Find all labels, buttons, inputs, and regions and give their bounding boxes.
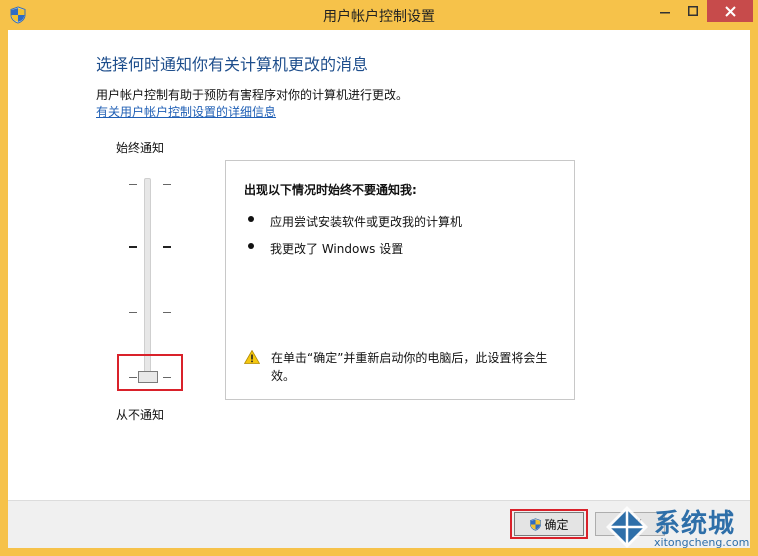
minimize-button[interactable] [651, 0, 679, 22]
notification-slider-track[interactable] [144, 178, 151, 380]
windows-logo-icon [606, 506, 648, 548]
slider-tick [163, 246, 171, 248]
slider-tick [129, 312, 137, 313]
warning-icon [244, 350, 260, 364]
maximize-icon [688, 6, 698, 16]
bullet-dot [248, 243, 254, 249]
panel-list-item: 我更改了 Windows 设置 [270, 242, 404, 256]
setting-description-panel: 出现以下情况时始终不要通知我: 应用尝试安装软件或更改我的计算机 我更改了 Wi… [225, 160, 575, 400]
slider-tick [129, 246, 137, 248]
close-button[interactable] [707, 0, 753, 22]
maximize-button[interactable] [679, 0, 707, 22]
details-link[interactable]: 有关用户帐户控制设置的详细信息 [96, 103, 276, 120]
title-bar[interactable]: 用户帐户控制设置 [0, 0, 758, 30]
slider-top-label: 始终通知 [116, 141, 165, 155]
slider-bottom-label: 从不通知 [116, 408, 165, 422]
watermark-text: 系统城 [654, 509, 736, 539]
close-icon [724, 5, 736, 17]
panel-list-item: 应用尝试安装软件或更改我的计算机 [270, 215, 463, 229]
uac-settings-window: 用户帐户控制设置 选择何时通知你有关计算机更改的消息 用户帐户控制有助于预防有害… [0, 0, 758, 556]
description-text: 用户帐户控制有助于预防有害程序对你的计算机进行更改。 [96, 88, 409, 102]
window-title: 用户帐户控制设置 [323, 9, 435, 25]
content-area: 选择何时通知你有关计算机更改的消息 用户帐户控制有助于预防有害程序对你的计算机进… [8, 30, 750, 548]
page-heading: 选择何时通知你有关计算机更改的消息 [96, 55, 369, 74]
slider-tick [163, 312, 171, 313]
slider-highlight-box [117, 354, 183, 391]
slider-tick [163, 184, 171, 185]
warning-text: 在单击“确定”并重新启动你的电脑后，此设置将会生效。 [271, 351, 548, 383]
panel-title: 出现以下情况时始终不要通知我: [244, 183, 417, 197]
minimize-icon [660, 12, 670, 14]
watermark-url: xitongcheng.com [654, 536, 750, 549]
site-watermark: 系统城 xitongcheng.com [604, 500, 758, 556]
bullet-dot [248, 216, 254, 222]
slider-tick [129, 184, 137, 185]
ok-highlight-box [510, 509, 588, 539]
